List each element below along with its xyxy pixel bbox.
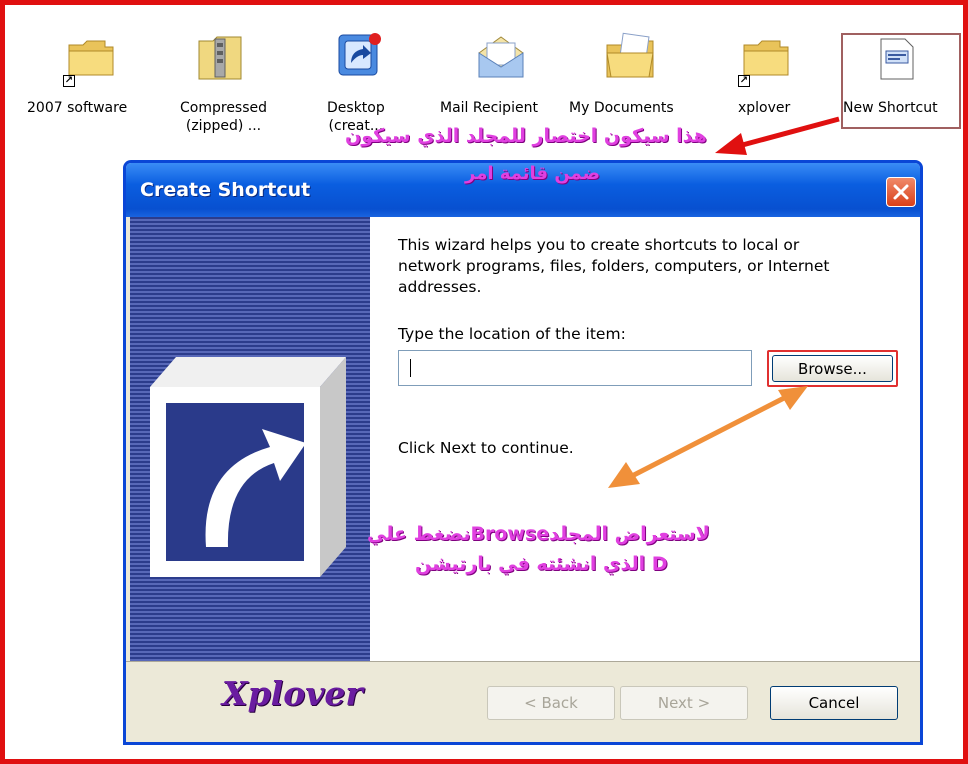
desktop-icon-label: 2007 software	[27, 100, 128, 116]
shortcut-file-icon	[877, 37, 917, 85]
red-arrow-icon	[715, 116, 840, 155]
browse-button[interactable]: Browse...	[772, 355, 893, 382]
next-button[interactable]: Next >	[620, 686, 748, 720]
desktop-icon-label: Compressed (zipped) ...	[180, 100, 268, 134]
desktop-icon-label: Mail Recipient	[440, 100, 538, 116]
back-button[interactable]: < Back	[487, 686, 615, 720]
wizard-intro-text: This wizard helps you to create shortcut…	[398, 236, 830, 296]
cancel-button[interactable]: Cancel	[770, 686, 898, 720]
dialog-title: Create Shortcut	[140, 179, 311, 201]
wizard-side-graphic	[130, 217, 370, 661]
text-cursor	[410, 359, 411, 377]
folder-shortcut-icon: ↗	[738, 35, 792, 87]
screenshot-frame: ↗ 2007 software Compressed (zipped) ...	[0, 0, 968, 764]
close-button[interactable]	[886, 177, 916, 207]
annotation-bottom-line1: نضغط عليBrowseلاستعراض المجلد	[367, 523, 710, 545]
continue-hint: Click Next to continue.	[398, 439, 574, 457]
desktop-icon-label: New Shortcut	[843, 100, 938, 116]
wizard-footer: Xplover < Back Next > Cancel	[126, 661, 920, 742]
orange-arrow-icon	[608, 386, 808, 488]
close-icon	[893, 184, 909, 200]
xplover-watermark: Xplover	[222, 674, 363, 713]
shortcut-arrow-icon	[150, 357, 346, 577]
mail-icon	[473, 33, 529, 87]
annotation-top-line1: هذا سيكون اختصار للمجلد الذي سيكون	[345, 125, 707, 147]
zip-folder-icon	[195, 33, 247, 87]
annotation-top-line2: ضمن قائمة امر	[465, 163, 600, 184]
annotation-bottom-line2: الذي انشئته في بارتيشن D	[415, 553, 668, 575]
desktop-icon-label: My Documents	[569, 100, 674, 116]
folder-shortcut-icon: ↗	[63, 35, 117, 87]
location-label: Type the location of the item:	[398, 325, 626, 343]
desktop-shortcut-icon	[333, 29, 385, 85]
my-documents-icon	[603, 31, 659, 87]
